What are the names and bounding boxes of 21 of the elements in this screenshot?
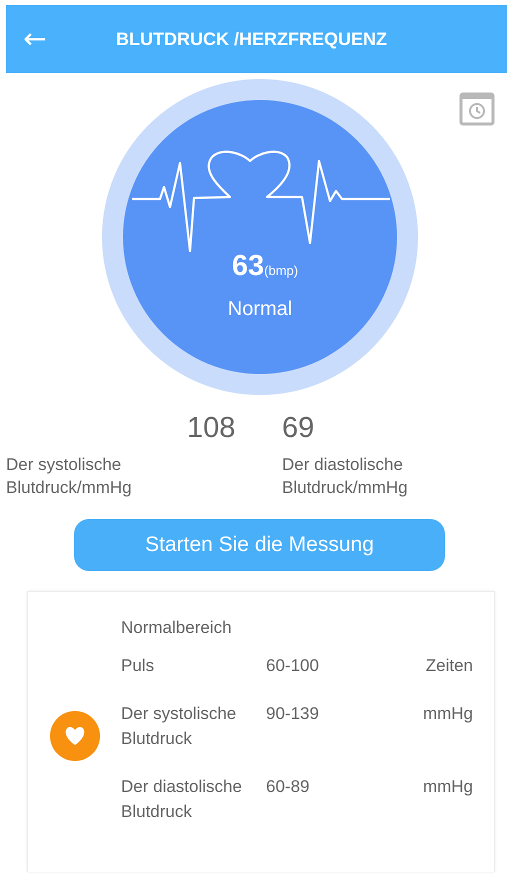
back-button[interactable]: ←	[22, 25, 48, 53]
range-label: Der systolische Blutdruck	[121, 703, 238, 750]
reading-value: 69	[282, 411, 316, 445]
range-unit: mmHg	[422, 776, 473, 798]
range-value: 60-89	[266, 776, 310, 798]
range-label: Puls	[121, 655, 156, 677]
start-measurement-button[interactable]: Starten Sie die Messung	[74, 519, 445, 571]
reading-label: Der systolische Blutdruck/mmHg	[6, 454, 133, 499]
heart-rate-value: 63	[232, 250, 264, 283]
range-value: 90-139	[266, 703, 320, 725]
range-title: Normalbereich	[121, 618, 233, 638]
range-unit: mmHg	[422, 703, 473, 725]
range-label: Der diastolische Blutdruck	[121, 776, 243, 823]
history-calendar-icon[interactable]	[459, 90, 495, 126]
reading-label: Der diastolische Blutdruck/mmHg	[282, 454, 409, 499]
range-unit: Zeiten	[426, 655, 473, 677]
reading-value: 108	[187, 411, 236, 445]
heart-rate-status: Normal	[226, 298, 294, 321]
screen-title: BLUTDRUCK /HERZFREQUENZ	[116, 28, 387, 50]
range-value: 60-100	[266, 655, 320, 677]
heart-rate-unit: (bmp)	[264, 263, 298, 278]
